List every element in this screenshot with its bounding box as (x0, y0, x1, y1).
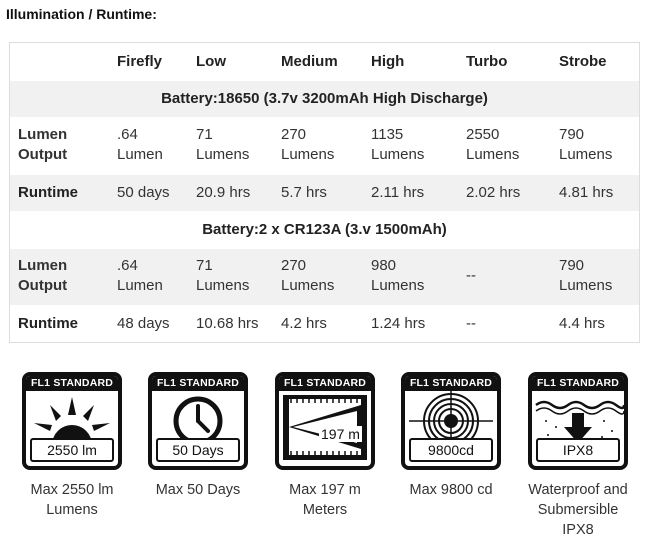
table-cell: 4.81 hrs (559, 184, 614, 201)
battery-row: Battery:2 x CR123A (3.v 1500mAh) (10, 211, 639, 248)
badge-frame: FL1 STANDARD IPX8 (528, 372, 628, 470)
table-cell: 10.68 hrs (196, 315, 259, 332)
mode-strobe-header: Strobe (559, 53, 607, 70)
runtime-row: Runtime 48 days 10.68 hrs 4.2 hrs 1.24 h… (10, 305, 639, 342)
badge-value: 2550 lm (30, 438, 114, 462)
table-cell: 4.4 hrs (559, 315, 605, 332)
battery-label: Battery:2 x CR123A (3.v 1500mAh) (202, 221, 447, 238)
badge-value: 50 Days (156, 438, 240, 462)
row-label: Lumen Output (18, 257, 68, 294)
section-title: Illumination / Runtime: (6, 6, 157, 22)
table-cell: .64 Lumen (117, 257, 163, 294)
badge-value: 197 m (319, 426, 362, 442)
table-cell: 270 Lumens (281, 126, 335, 163)
table-cell: 980 Lumens (371, 257, 425, 294)
badge-header: FL1 STANDARD (152, 376, 244, 391)
table-cell: 2.02 hrs (466, 184, 521, 201)
table-cell: 2.11 hrs (371, 184, 425, 201)
table-cell: 2550 Lumens (466, 126, 520, 163)
table-cell: 1.24 hrs (371, 315, 426, 332)
mode-high-header: High (371, 53, 405, 70)
badge-frame: FL1 STANDARD 50 Days (148, 372, 248, 470)
badge-header: FL1 STANDARD (279, 376, 371, 391)
table-cell: 4.2 hrs (281, 315, 327, 332)
table-cell: 50 days (117, 184, 170, 201)
table-cell: -- (466, 267, 476, 284)
row-label: Runtime (18, 184, 78, 201)
battery-row: Battery:18650 (3.7v 3200mAh High Dischar… (10, 80, 639, 117)
row-label: Lumen Output (18, 126, 68, 163)
battery-label: Battery:18650 (3.7v 3200mAh High Dischar… (161, 90, 488, 107)
badge-frame: FL1 STANDARD 197 m (275, 372, 375, 470)
badge-header: FL1 STANDARD (405, 376, 497, 391)
table-cell: 20.9 hrs (196, 184, 251, 201)
table-cell: -- (466, 315, 476, 332)
table-cell: 48 days (117, 315, 170, 332)
table-cell: 270 Lumens (281, 257, 335, 294)
mode-medium-header: Medium (281, 53, 338, 70)
table-cell: 5.7 hrs (281, 184, 327, 201)
badge-caption: Max 50 Days (155, 482, 241, 498)
runtime-table: Firefly Low Medium High Turbo Strobe Bat… (9, 42, 640, 343)
table-cell: 71 Lumens (196, 257, 250, 294)
badge-frame: FL1 STANDARD 9800cd (401, 372, 501, 470)
badge-caption: Max 197 m Meters (289, 482, 361, 518)
table-cell: 790 Lumens (559, 126, 613, 163)
lumen-output-row: Lumen Output .64 Lumen 71 Lumens 270 Lum… (10, 117, 639, 174)
badge-frame: FL1 STANDARD 2550 lm (22, 372, 122, 470)
badge-caption: Max 2550 lm Lumens (30, 482, 114, 518)
badge-header: FL1 STANDARD (532, 376, 624, 391)
badge-caption: Max 9800 cd (409, 482, 493, 498)
table-cell: 790 Lumens (559, 257, 613, 294)
badge-header: FL1 STANDARD (26, 376, 118, 391)
row-label: Runtime (18, 315, 78, 332)
mode-low-header: Low (196, 53, 226, 70)
mode-turbo-header: Turbo (466, 53, 508, 70)
table-cell: .64 Lumen (117, 126, 163, 163)
table-cell: 1135 Lumens (371, 126, 425, 163)
mode-firefly-header: Firefly (117, 53, 163, 70)
runtime-row: Runtime 50 days 20.9 hrs 5.7 hrs 2.11 hr… (10, 174, 639, 211)
badge-value: 9800cd (409, 438, 493, 462)
badge-caption: Waterproof and Submersible IPX8 (528, 482, 628, 538)
badge-value: IPX8 (536, 438, 620, 462)
table-cell: 71 Lumens (196, 126, 250, 163)
table-header-row: Firefly Low Medium High Turbo Strobe (10, 43, 639, 80)
lumen-output-row: Lumen Output .64 Lumen 71 Lumens 270 Lum… (10, 248, 639, 305)
